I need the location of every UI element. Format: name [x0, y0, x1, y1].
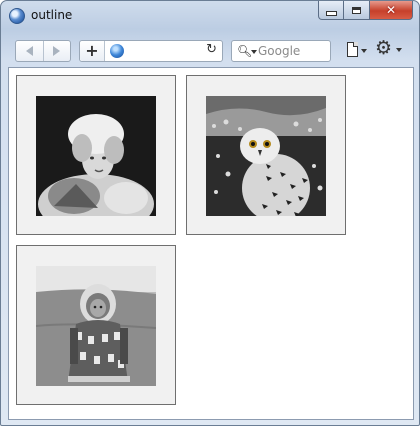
- back-arrow-icon: [25, 46, 33, 56]
- plus-icon: +: [85, 41, 99, 60]
- photo-snowy-owl[interactable]: [206, 96, 326, 216]
- reload-button[interactable]: ↻: [206, 42, 217, 57]
- maximize-icon: [352, 6, 361, 14]
- globe-icon: [110, 44, 124, 58]
- minimize-button[interactable]: [318, 1, 344, 20]
- settings-menu-chevron-down-icon: [396, 48, 402, 52]
- browser-app-icon[interactable]: [9, 8, 25, 24]
- window-title: outline: [31, 8, 73, 22]
- gear-icon: ⚙: [375, 37, 393, 59]
- search-engine-icon[interactable]: 🔍︎: [237, 44, 252, 58]
- search-engine-dropdown-icon: [251, 50, 257, 54]
- title-bar: outline ✕: [1, 1, 419, 31]
- reload-icon: ↻: [206, 42, 217, 57]
- portrait-image: [36, 96, 156, 216]
- close-button[interactable]: ✕: [370, 1, 413, 20]
- back-button[interactable]: [16, 41, 43, 61]
- maximize-button[interactable]: [344, 1, 370, 20]
- image-tile[interactable]: [16, 245, 176, 405]
- page-content: [8, 67, 414, 420]
- forward-button[interactable]: [42, 41, 71, 61]
- search-box[interactable]: 🔍︎: [231, 40, 331, 62]
- navigation-toolbar: + ↻ 🔍︎ ⚙: [1, 31, 419, 67]
- browser-window: outline ✕ + ↻ 🔍︎ ⚙: [0, 0, 420, 426]
- child-image: [36, 266, 156, 386]
- page-menu-chevron-down-icon: [361, 49, 367, 53]
- photo-child-fur-parka[interactable]: [36, 266, 156, 386]
- window-controls: ✕: [318, 1, 413, 21]
- page-menu-button[interactable]: [347, 42, 367, 60]
- image-tile[interactable]: [186, 75, 346, 235]
- search-input[interactable]: [258, 41, 328, 61]
- owl-image: [206, 96, 326, 216]
- address-bar[interactable]: + ↻: [79, 40, 223, 62]
- close-icon: ✕: [385, 3, 397, 17]
- forward-arrow-icon: [53, 46, 61, 56]
- page-icon: [347, 42, 358, 57]
- photo-woman-fur-hat[interactable]: [36, 96, 156, 216]
- minimize-icon: [325, 10, 337, 16]
- history-navigation: [15, 40, 71, 62]
- settings-menu-button[interactable]: ⚙: [375, 37, 403, 61]
- add-bookmark-button[interactable]: +: [80, 41, 105, 61]
- image-tile[interactable]: [16, 75, 176, 235]
